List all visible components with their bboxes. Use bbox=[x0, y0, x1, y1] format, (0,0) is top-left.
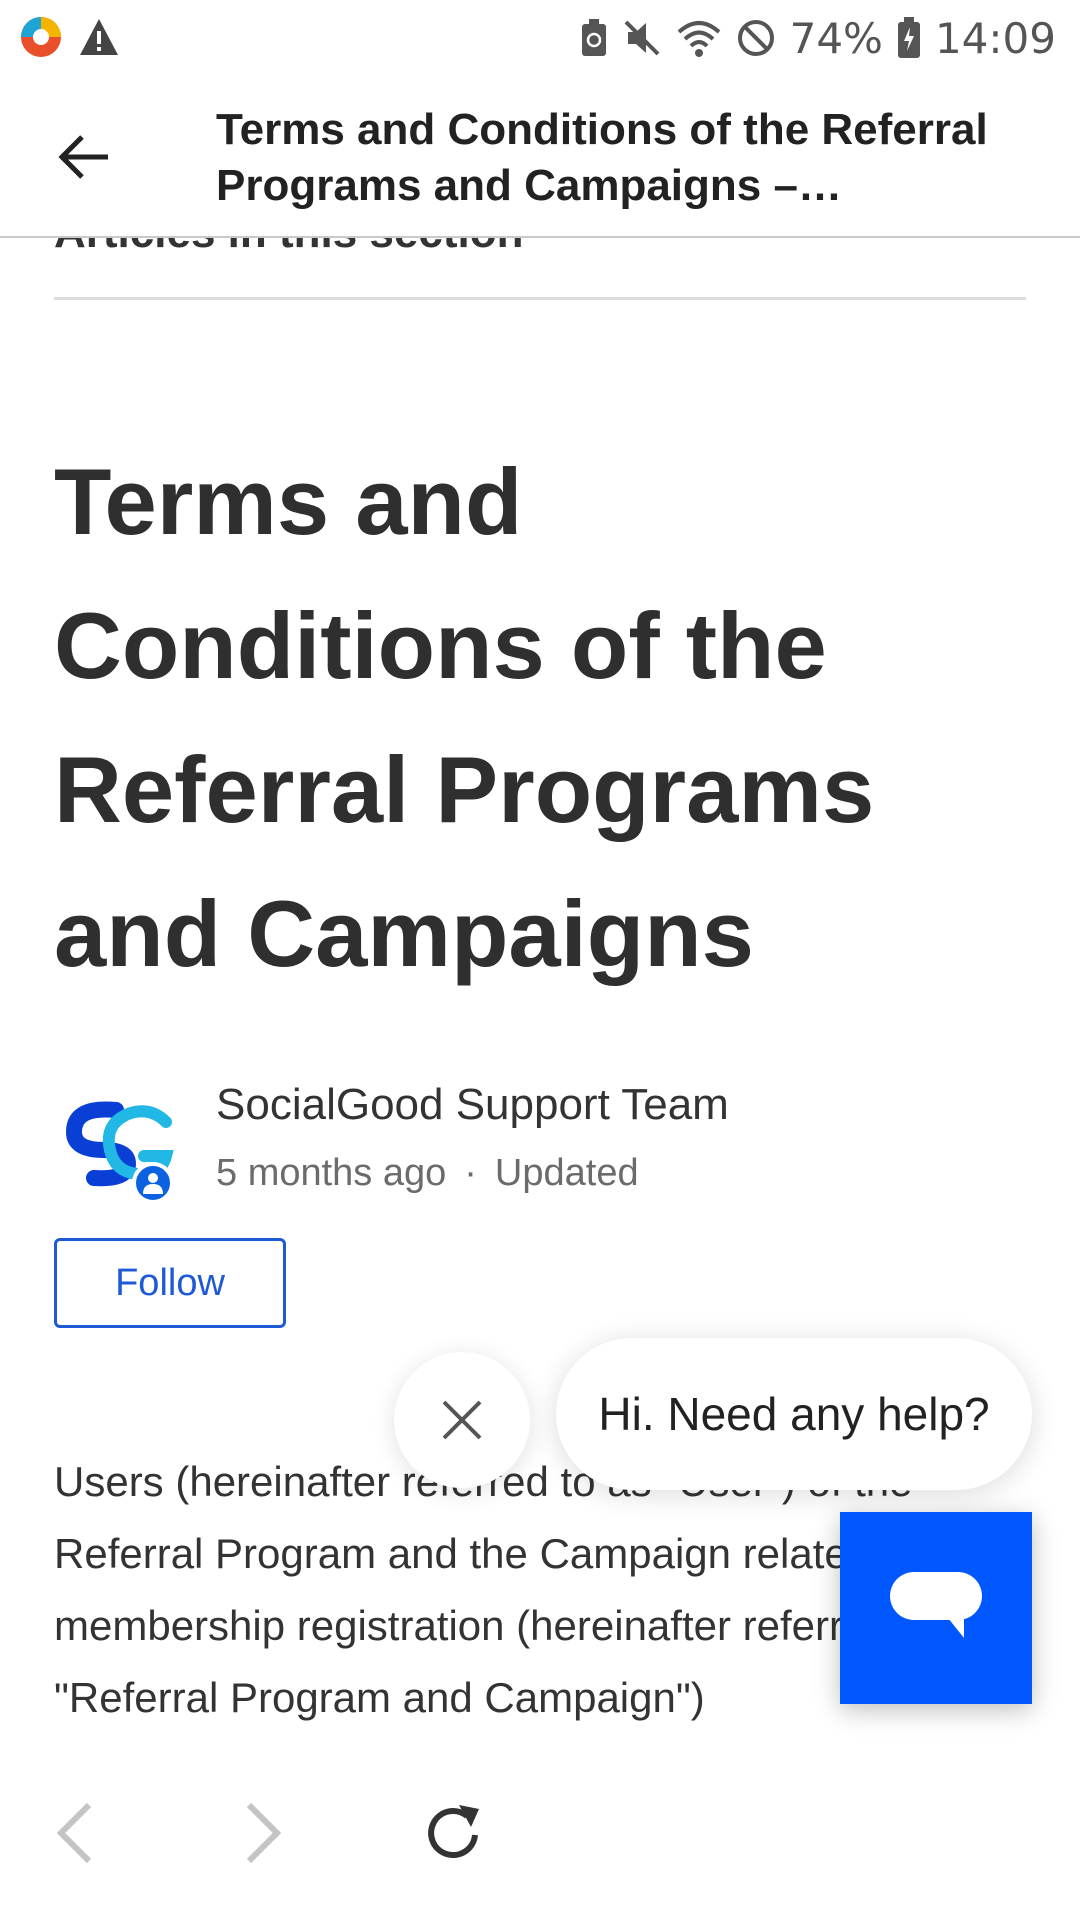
chevron-down-icon bbox=[970, 238, 1006, 240]
close-icon bbox=[442, 1400, 482, 1440]
chevron-left-icon bbox=[56, 1802, 92, 1864]
mute-icon bbox=[622, 18, 662, 58]
reload-icon bbox=[428, 1805, 479, 1858]
nav-back-button[interactable] bbox=[30, 1788, 120, 1878]
battery-saver-icon bbox=[580, 18, 608, 58]
wifi-icon bbox=[676, 18, 722, 58]
author-name[interactable]: SocialGood Support Team bbox=[216, 1080, 729, 1130]
back-button[interactable] bbox=[50, 126, 118, 188]
app-bar: Terms and Conditions of the Referral Pro… bbox=[0, 76, 1080, 238]
battery-icon bbox=[897, 17, 921, 59]
battery-percent: 74% bbox=[789, 13, 883, 63]
app-logo-icon bbox=[18, 14, 64, 65]
user-badge-icon bbox=[132, 1162, 174, 1204]
warning-icon bbox=[78, 17, 120, 62]
chat-close-button[interactable] bbox=[394, 1352, 530, 1488]
article-title: Terms and Conditions of the Referral Pro… bbox=[54, 449, 875, 986]
status-bar: 74% 14:09 bbox=[0, 0, 1080, 76]
updated-label: Updated bbox=[494, 1152, 639, 1194]
page-title: Terms and Conditions of the Referral Pro… bbox=[216, 105, 988, 210]
reload-button[interactable] bbox=[410, 1788, 500, 1878]
do-not-disturb-icon bbox=[736, 18, 776, 58]
article-meta: 5 months ago · Updated bbox=[216, 1152, 639, 1195]
chat-icon bbox=[890, 1572, 982, 1638]
articles-section-toggle[interactable]: Articles in this section bbox=[54, 238, 1026, 300]
arrow-left-icon bbox=[58, 135, 108, 179]
browser-nav-bar bbox=[0, 1748, 1080, 1920]
meta-separator: · bbox=[464, 1152, 477, 1194]
chat-prompt-text: Hi. Need any help? bbox=[598, 1388, 990, 1440]
clock: 14:09 bbox=[934, 13, 1056, 63]
chat-prompt-bubble[interactable]: Hi. Need any help? bbox=[556, 1338, 1032, 1490]
chat-launcher-button[interactable] bbox=[840, 1512, 1032, 1704]
posted-time: 5 months ago bbox=[216, 1152, 447, 1194]
follow-button[interactable]: Follow bbox=[54, 1238, 286, 1328]
section-label: Articles in this section bbox=[54, 238, 523, 258]
nav-forward-button[interactable] bbox=[218, 1788, 308, 1878]
status-left bbox=[18, 14, 120, 65]
chevron-right-icon bbox=[246, 1802, 282, 1864]
status-right: 74% 14:09 bbox=[580, 10, 1056, 66]
